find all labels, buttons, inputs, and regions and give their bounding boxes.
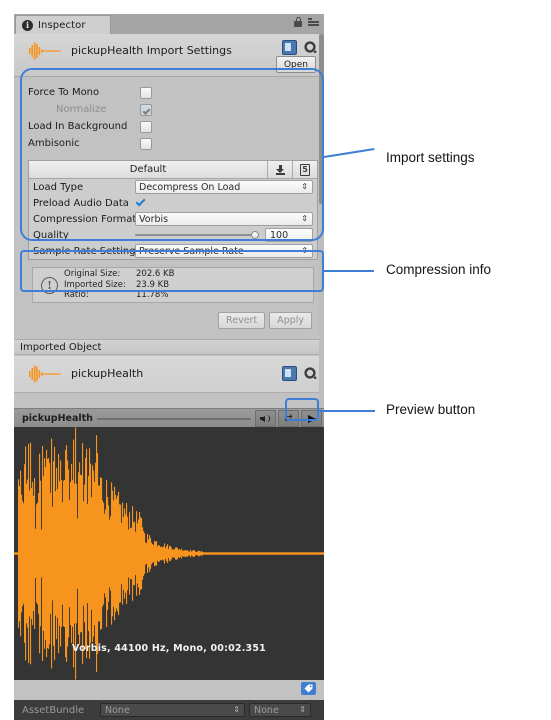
speaker-icon [260, 414, 271, 423]
waveform-caption: Vorbis, 44100 Hz, Mono, 00:02.351 [72, 643, 266, 654]
assetbundle-label: AssetBundle [22, 704, 85, 716]
annotation-label-preview-button: Preview button [386, 402, 476, 417]
tag-icon[interactable] [301, 682, 316, 695]
apply-button[interactable]: Apply [269, 312, 312, 329]
volume-button[interactable] [255, 410, 276, 427]
annotation-box-compression-info [20, 250, 324, 292]
preview-progress-line[interactable] [96, 417, 251, 420]
asset-header-icons [282, 40, 317, 55]
inspector-tabbar: i Inspector [14, 14, 324, 35]
screenshot-root: i Inspector pickupHealth Import Settings… [0, 0, 551, 720]
tab-inspector-label: Inspector [38, 19, 86, 31]
tabbar-controls [294, 17, 319, 27]
action-buttons: Revert Apply [218, 312, 312, 329]
gear-icon[interactable] [304, 41, 317, 54]
imported-object-header: Imported Object [14, 339, 324, 355]
imported-object-body: pickupHealth [14, 356, 324, 393]
annotation-box-preview-button [285, 398, 319, 421]
info-icon: i [22, 19, 33, 31]
annotation-label-compression-info: Compression info [386, 262, 492, 277]
tab-inspector[interactable]: i Inspector [15, 15, 111, 34]
audio-preview-toolbar: pickupHealth ⇄ [14, 408, 324, 428]
annotation-box-import-settings [20, 68, 324, 241]
book-help-icon[interactable] [282, 366, 297, 381]
imported-object-icons [282, 366, 317, 381]
book-help-icon[interactable] [282, 40, 297, 55]
revert-button[interactable]: Revert [218, 312, 266, 329]
annotation-line-import-settings [323, 148, 375, 158]
preview-clip-name: pickupHealth [22, 413, 93, 424]
assetbundle-name-dropdown[interactable]: None ⇕ [100, 703, 245, 717]
annotation-line-compression-info [324, 270, 374, 272]
audio-waveform-icon [29, 365, 61, 383]
assetbundle-row: AssetBundle None ⇕ None ⇕ [14, 700, 324, 720]
annotation-line-preview-button [319, 410, 375, 412]
asset-title: pickupHealth Import Settings [71, 44, 232, 57]
hamburger-menu-icon[interactable] [308, 18, 319, 27]
imported-object-name: pickupHealth [71, 367, 144, 380]
assetbundle-variant-value: None [254, 704, 279, 716]
assetbundle-variant-dropdown[interactable]: None ⇕ [249, 703, 311, 717]
gear-icon[interactable] [304, 367, 317, 380]
assetbundle-name-value: None [105, 704, 130, 716]
waveform-preview[interactable]: Vorbis, 44100 Hz, Mono, 00:02.351 [14, 427, 324, 680]
audio-waveform-icon [29, 42, 61, 60]
annotation-label-import-settings: Import settings [386, 150, 475, 165]
lock-icon[interactable] [294, 17, 302, 27]
